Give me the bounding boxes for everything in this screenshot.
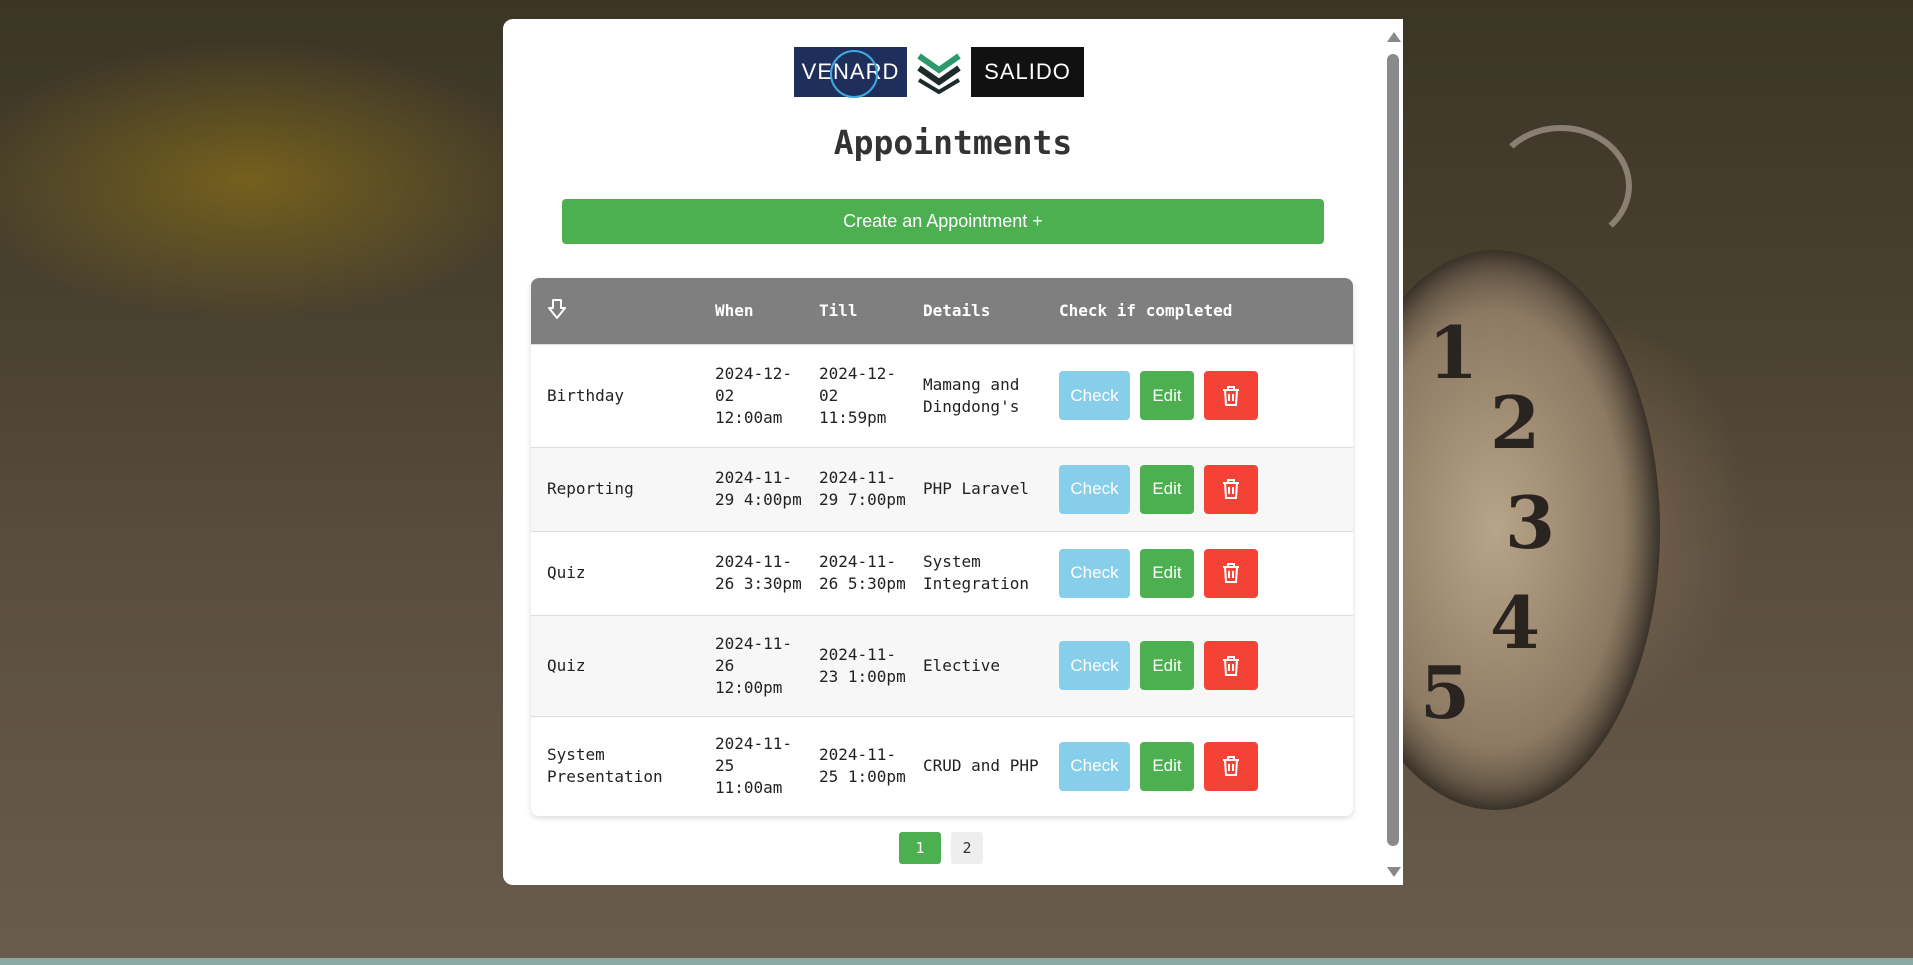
pagination: 1 2: [899, 832, 983, 864]
page-title: Appointments: [833, 123, 1073, 162]
edit-button[interactable]: Edit: [1140, 371, 1194, 420]
delete-button[interactable]: [1204, 548, 1258, 598]
m-chevron-logo: [917, 53, 961, 94]
trash-icon: [1223, 479, 1239, 499]
check-button[interactable]: Check: [1059, 641, 1130, 690]
appointment-details: PHP Laravel: [923, 479, 1029, 498]
appointment-till: 2024-11-25 1:00pm: [819, 745, 906, 787]
scroll-down-arrow-icon[interactable]: [1387, 867, 1401, 877]
trash-icon: [1223, 385, 1239, 406]
appointment-title: Reporting: [547, 479, 634, 498]
check-button[interactable]: Check: [1059, 741, 1130, 791]
appointment-till: 2024-11-23 1:00pm: [819, 644, 906, 686]
appointment-title: Quiz: [547, 563, 586, 582]
scrollbar-thumb[interactable]: [1387, 54, 1399, 846]
appointment-till: 2024-11-26 5:30pm: [819, 552, 906, 593]
page-link-2[interactable]: 2: [951, 832, 983, 864]
appointment-till: 2024-11-29 7:00pm: [819, 468, 906, 509]
clock-number: 4: [1490, 580, 1541, 665]
table-row: System Presentation 2024-11-25 11:00am 2…: [531, 716, 1353, 816]
row-actions: Check Edit: [1043, 447, 1353, 531]
appointment-when: 2024-11-29 4:00pm: [715, 468, 802, 509]
column-header-when: When: [715, 301, 754, 321]
appointment-details: CRUD and PHP: [923, 756, 1039, 776]
sort-down-arrow-icon[interactable]: [547, 298, 567, 320]
create-appointment-button[interactable]: Create an Appointment +: [562, 199, 1324, 244]
clock-number: 3: [1505, 480, 1556, 565]
check-button[interactable]: Check: [1059, 464, 1130, 514]
appointment-when: 2024-12-02 12:00am: [715, 363, 793, 427]
clock-number: 1: [1428, 310, 1479, 395]
appointment-details: System Integration: [923, 552, 1029, 593]
table-row: Quiz 2024-11-26 3:30pm 2024-11-26 5:30pm…: [531, 531, 1353, 615]
delete-button[interactable]: [1204, 741, 1258, 791]
venard-logo-ring: [830, 50, 878, 98]
row-actions: Check Edit: [1043, 716, 1353, 816]
delete-button[interactable]: [1204, 641, 1258, 690]
trash-icon: [1223, 756, 1239, 777]
appointment-till: 2024-12-02 11:59pm: [819, 363, 897, 427]
table-row: Quiz 2024-11-26 12:00pm 2024-11-23 1:00p…: [531, 615, 1353, 716]
panel-scrollbar[interactable]: [1383, 27, 1403, 885]
column-header-check-if-completed: Check if completed: [1059, 301, 1233, 321]
appointment-when: 2024-11-25 11:00am: [715, 734, 793, 798]
logo-bar: VENARD SALIDO: [794, 47, 1084, 98]
row-actions: Check Edit: [1043, 344, 1353, 447]
appointment-when: 2024-11-26 12:00pm: [715, 633, 793, 697]
appointment-details: Elective: [923, 655, 1001, 675]
row-actions: Check Edit: [1043, 615, 1353, 716]
appointments-table: When Till Details Check if completed Bir…: [531, 278, 1353, 816]
page-bottom-edge: [0, 958, 1913, 965]
row-actions: Check Edit: [1043, 531, 1353, 615]
clock-number: 5: [1420, 650, 1471, 735]
appointment-title: System Presentation: [547, 745, 663, 787]
edit-button[interactable]: Edit: [1140, 548, 1194, 598]
trash-icon: [1223, 563, 1239, 583]
venard-logo: VENARD: [794, 47, 907, 98]
table-row: Reporting 2024-11-29 4:00pm 2024-11-29 7…: [531, 447, 1353, 531]
scroll-up-arrow-icon[interactable]: [1387, 32, 1401, 42]
appointment-details: Mamang and Dingdong's: [923, 374, 1020, 416]
edit-button[interactable]: Edit: [1140, 741, 1194, 791]
salido-logo: SALIDO: [971, 47, 1084, 97]
page-link-1[interactable]: 1: [899, 832, 941, 864]
check-button[interactable]: Check: [1059, 548, 1130, 598]
clock-number: 2: [1490, 380, 1541, 465]
sort-header[interactable]: [531, 278, 699, 344]
appointment-when: 2024-11-26 3:30pm: [715, 552, 802, 593]
delete-button[interactable]: [1204, 371, 1258, 420]
background-clock-ring: [1490, 125, 1632, 247]
column-header-details: Details: [923, 301, 991, 321]
trash-icon: [1223, 655, 1239, 676]
appointment-title: Birthday: [547, 385, 625, 405]
delete-button[interactable]: [1204, 464, 1258, 514]
edit-button[interactable]: Edit: [1140, 641, 1194, 690]
appointments-panel: VENARD SALIDO Appointments Create an App…: [503, 19, 1403, 885]
appointment-title: Quiz: [547, 655, 586, 675]
table-row: Birthday 2024-12-02 12:00am 2024-12-02 1…: [531, 344, 1353, 447]
edit-button[interactable]: Edit: [1140, 464, 1194, 514]
table-header-row: When Till Details Check if completed: [531, 278, 1353, 344]
check-button[interactable]: Check: [1059, 371, 1130, 420]
column-header-till: Till: [819, 301, 858, 321]
